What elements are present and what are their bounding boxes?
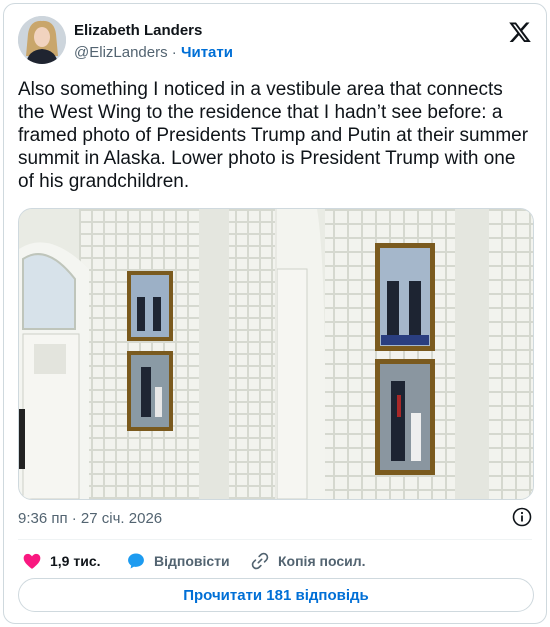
copy-link-label: Копія посил. (278, 553, 366, 569)
like-count: 1,9 тис. (50, 553, 101, 569)
read-replies-button[interactable]: Прочитати 181 відповідь (18, 578, 534, 612)
tweet-card: Elizabeth Landers @ElizLanders · Читати … (3, 3, 547, 624)
info-icon[interactable] (512, 507, 532, 527)
x-logo-icon[interactable] (508, 20, 532, 44)
reply-label: Відповісти (154, 553, 230, 569)
copy-link-button[interactable]: Копія посил. (250, 549, 366, 573)
author-handle[interactable]: @ElizLanders (74, 44, 168, 61)
divider (18, 539, 532, 540)
avatar[interactable] (18, 16, 66, 64)
photo-vestibule-right[interactable] (277, 209, 533, 499)
separator-dot: · (171, 44, 177, 61)
author-handle-row: @ElizLanders · Читати (74, 44, 233, 61)
photo-vestibule-left[interactable] (19, 209, 275, 499)
reply-bubble-icon (128, 553, 144, 569)
tweet-text: Also something I noticed in a vestibule … (18, 79, 529, 192)
reply-button[interactable]: Відповісти (126, 549, 230, 573)
tweet-header: Elizabeth Landers @ElizLanders · Читати (18, 16, 532, 68)
media-grid (18, 208, 534, 500)
tweet-timestamp[interactable]: 9:36 пп · 27 січ. 2026 (18, 510, 162, 527)
link-icon (251, 552, 269, 570)
action-bar: 1,9 тис. Відповісти Копія посил. (18, 549, 534, 573)
follow-link[interactable]: Читати (181, 44, 233, 61)
author-name[interactable]: Elizabeth Landers (74, 22, 202, 39)
heart-icon (23, 553, 41, 569)
like-button[interactable]: 1,9 тис. (22, 549, 101, 573)
